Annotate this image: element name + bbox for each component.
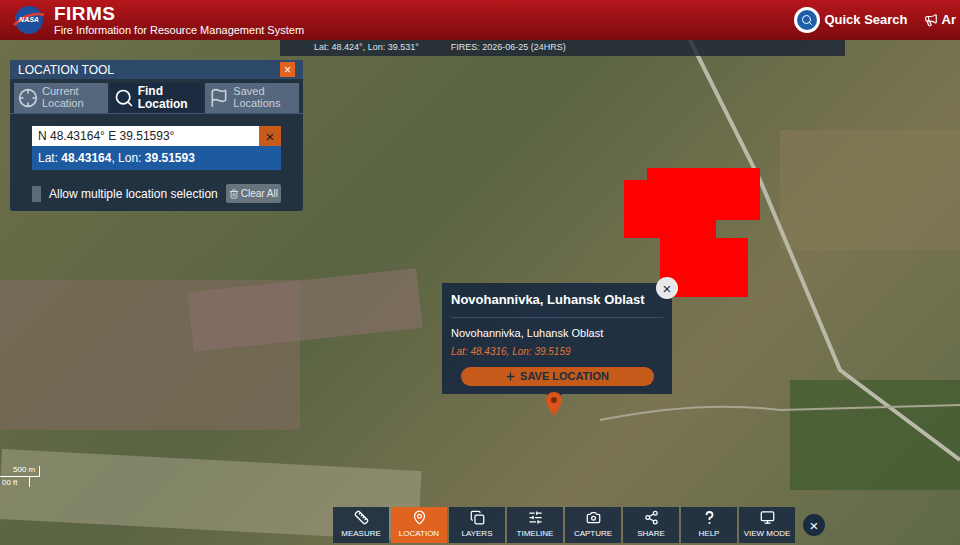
toolbar-icon	[470, 510, 485, 525]
location-tool-title: LOCATION TOOL×	[10, 60, 303, 79]
toolbar-button[interactable]: MEASURE	[333, 507, 389, 543]
alerts-button[interactable]: Ar	[924, 10, 956, 30]
tab-icon	[209, 88, 229, 108]
tab[interactable]: Find Location	[110, 83, 204, 113]
map-pin-icon[interactable]	[546, 392, 562, 416]
save-location-button[interactable]: SAVE LOCATION	[461, 367, 654, 386]
popup-coords: Lat: 48.4316, Lon: 39.5159	[451, 344, 663, 359]
popup-close-button[interactable]: ×	[656, 277, 678, 299]
toolbar-icon	[354, 510, 369, 525]
trash-icon	[229, 189, 239, 199]
close-button[interactable]: ×	[280, 62, 295, 77]
fire-detection[interactable]	[624, 180, 716, 238]
cursor-position: Lat: 48.424°, Lon: 39.531°	[314, 41, 419, 55]
search-icon	[794, 7, 820, 33]
coord-bar: Lat: 48.424°, Lon: 39.531° FIRES: 2026-06…	[280, 40, 845, 56]
clear-all-button[interactable]: Clear All	[226, 184, 281, 203]
multiple-checkbox[interactable]	[32, 186, 41, 202]
plus-icon	[505, 371, 516, 382]
toolbar-icon	[528, 510, 543, 525]
location-result[interactable]: Lat: 48.43164, Lon: 39.51593	[32, 146, 281, 170]
clear-input-button[interactable]: ×	[259, 126, 281, 146]
brand: FIRMS Fire Information for Resource Manag…	[54, 4, 304, 36]
quick-search-button[interactable]: Quick Search	[794, 7, 907, 33]
toolbar-icon	[760, 510, 775, 525]
tab[interactable]: Saved Locations	[205, 83, 299, 113]
toolbar: MEASURELOCATIONLAYERSTIMELINECAPTURESHAR…	[333, 507, 825, 543]
popup-title: Novohannivka, Luhansk Oblast	[451, 290, 663, 310]
toolbar-close-button[interactable]: ×	[803, 514, 825, 536]
megaphone-icon	[924, 13, 938, 27]
location-tool: LOCATION TOOL×Current LocationFind Locat…	[10, 60, 303, 211]
field	[780, 130, 960, 250]
header: NASA FIRMS Fire Information for Resource M…	[0, 0, 960, 40]
map[interactable]: Lat: 48.424°, Lon: 39.531° FIRES: 2026-06…	[0, 40, 960, 545]
toolbar-button[interactable]: TIMELINE	[507, 507, 563, 543]
tab-bar: Current LocationFind LocationSaved Locat…	[10, 79, 303, 114]
toolbar-button[interactable]: VIEW MODE	[739, 507, 795, 543]
location-input[interactable]: N 48.43164° E 39.51593°×	[32, 126, 281, 146]
scale-bar: 500 m00 ft	[0, 466, 40, 487]
location-popup: Novohannivka, Luhansk Oblast×Novohannivk…	[442, 283, 672, 394]
toolbar-icon	[586, 510, 601, 525]
brand-subtitle: Fire Information for Resource Management…	[54, 25, 304, 36]
toolbar-button[interactable]: LAYERS	[449, 507, 505, 543]
tab-icon	[114, 88, 134, 108]
fires-date: FIRES: 2026-06-25 (24HRS)	[451, 41, 566, 55]
help-icon	[702, 510, 717, 525]
nasa-logo[interactable]: NASA	[12, 5, 46, 35]
multiple-label: Allow multiple location selection	[49, 185, 218, 203]
toolbar-button[interactable]: SHARE	[623, 507, 679, 543]
toolbar-button[interactable]: LOCATION	[391, 507, 447, 543]
toolbar-icon	[644, 510, 659, 525]
toolbar-button[interactable]: CAPTURE	[565, 507, 621, 543]
tab-icon	[18, 88, 38, 108]
toolbar-button[interactable]: HELP	[681, 507, 737, 543]
toolbar-icon	[412, 510, 427, 525]
tab[interactable]: Current Location	[14, 83, 108, 113]
popup-place: Novohannivka, Luhansk Oblast	[451, 325, 663, 342]
brand-title: FIRMS	[54, 4, 304, 23]
app: NASA FIRMS Fire Information for Resource M…	[0, 0, 960, 545]
